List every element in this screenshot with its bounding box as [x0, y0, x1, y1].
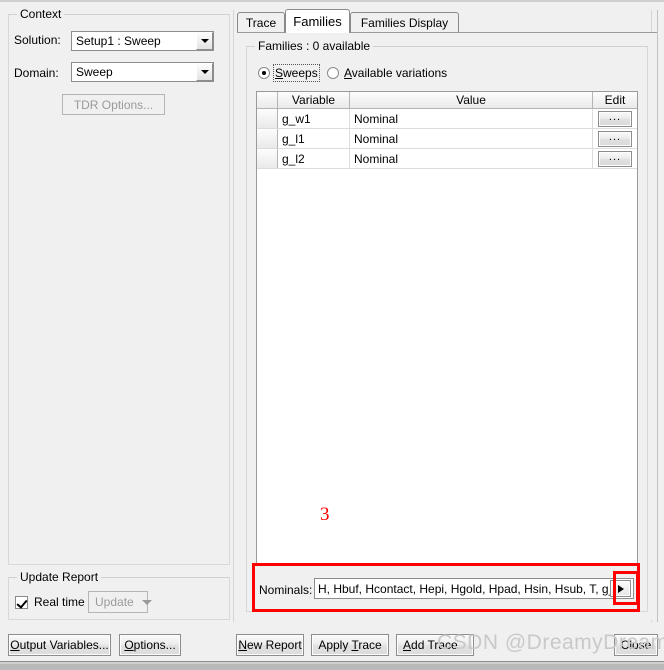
- domain-dropdown-button[interactable]: [196, 63, 213, 81]
- row-value-cell[interactable]: Nominal: [350, 109, 593, 128]
- domain-combobox[interactable]: Sweep: [71, 62, 214, 82]
- radio-sweeps[interactable]: Sweeps: [258, 64, 320, 82]
- new-report-button[interactable]: New Report: [236, 634, 304, 656]
- domain-combobox-value: Sweep: [76, 65, 113, 79]
- row-select-cell[interactable]: [257, 149, 278, 168]
- row-variable-cell: g_l1: [278, 129, 350, 148]
- row-edit-cell: ...: [593, 129, 637, 148]
- radio-sweeps-label: Sweeps: [273, 64, 320, 82]
- chevron-down-icon: [200, 39, 209, 43]
- nominals-expand-button[interactable]: [610, 580, 631, 597]
- pane-separator: [233, 10, 234, 622]
- nominals-value: H, Hbuf, Hcontact, Hepi, Hgold, Hpad, Hs…: [318, 581, 610, 596]
- grid-header-row: Variable Value Edit: [257, 92, 637, 109]
- real-time-label: Real time: [34, 595, 85, 609]
- radio-dot: [258, 67, 270, 79]
- radio-available-variations-label: Available variations: [344, 66, 448, 80]
- apply-trace-label: Apply Trace: [318, 638, 382, 652]
- families-grid[interactable]: Variable Value Edit g_w1 Nominal ... g_l…: [256, 91, 638, 565]
- grid-header-select: [257, 92, 278, 108]
- row-variable-cell: g_w1: [278, 109, 350, 128]
- tab-families-display-label: Families Display: [360, 15, 449, 30]
- annotation-step-number: 3: [320, 504, 330, 525]
- checkbox-box: [15, 595, 28, 609]
- grid-header-edit: Edit: [593, 92, 637, 108]
- solution-combobox[interactable]: Setup1 : Sweep: [71, 31, 214, 51]
- options-button[interactable]: Options...: [119, 634, 181, 656]
- tab-trace-label: Trace: [245, 15, 277, 30]
- families-groupbox-title: Families : 0 available: [255, 40, 374, 52]
- tab-families[interactable]: Families: [285, 9, 350, 33]
- update-button[interactable]: Update: [88, 591, 152, 613]
- add-trace-button[interactable]: Add Trace: [396, 634, 474, 656]
- apply-trace-button[interactable]: Apply Trace: [311, 634, 389, 656]
- solution-dropdown-button[interactable]: [196, 32, 213, 50]
- row-edit-button[interactable]: ...: [598, 130, 632, 147]
- output-variables-label: Output Variables...: [10, 638, 109, 652]
- chevron-down-icon: [200, 70, 209, 74]
- options-label: Options...: [124, 638, 176, 652]
- close-label: Close: [620, 638, 652, 652]
- table-row[interactable]: g_l1 Nominal ...: [257, 129, 637, 149]
- solution-label: Solution:: [14, 33, 61, 47]
- row-edit-button[interactable]: ...: [598, 150, 632, 167]
- row-edit-cell: ...: [593, 109, 637, 128]
- radio-available-variations[interactable]: Available variations: [327, 66, 447, 80]
- radio-dot: [327, 67, 339, 79]
- row-select-cell[interactable]: [257, 109, 278, 128]
- bottom-divider-3: [0, 664, 664, 670]
- add-trace-label: Add Trace: [403, 638, 458, 652]
- tab-families-display[interactable]: Families Display: [350, 12, 459, 32]
- pane-separator-right-2: [657, 10, 658, 622]
- update-button-label: Update: [95, 595, 134, 609]
- row-value-cell[interactable]: Nominal: [350, 149, 593, 168]
- row-edit-button[interactable]: ...: [598, 110, 632, 127]
- row-variable-cell: g_l2: [278, 149, 350, 168]
- table-row[interactable]: g_l2 Nominal ...: [257, 149, 637, 169]
- row-edit-cell: ...: [593, 149, 637, 168]
- table-row[interactable]: g_w1 Nominal ...: [257, 109, 637, 129]
- real-time-checkbox[interactable]: Real time: [15, 595, 85, 609]
- nominals-label: Nominals:: [259, 583, 313, 597]
- tab-strip: Trace Families Families Display: [237, 9, 657, 33]
- solution-combobox-value: Setup1 : Sweep: [76, 34, 161, 48]
- grid-header-variable: Variable: [278, 92, 350, 108]
- row-select-cell[interactable]: [257, 129, 278, 148]
- tab-trace[interactable]: Trace: [237, 12, 285, 32]
- domain-label: Domain:: [14, 66, 59, 80]
- grid-header-value: Value: [350, 92, 593, 108]
- update-report-groupbox-title: Update Report: [17, 571, 102, 583]
- context-groupbox-title: Context: [17, 8, 65, 20]
- tdr-options-button[interactable]: TDR Options...: [62, 94, 165, 115]
- nominals-textbox[interactable]: H, Hbuf, Hcontact, Hepi, Hgold, Hpad, Hs…: [314, 578, 634, 599]
- report-dialog: Context Solution: Setup1 : Sweep Domain:…: [0, 0, 664, 670]
- output-variables-button[interactable]: Output Variables...: [8, 634, 111, 656]
- chevron-down-icon: [141, 599, 152, 605]
- tab-families-label: Families: [293, 14, 342, 29]
- close-button[interactable]: Close: [614, 634, 658, 656]
- new-report-label: New Report: [238, 638, 302, 652]
- dialog-top-edge: [0, 0, 664, 2]
- row-value-cell[interactable]: Nominal: [350, 129, 593, 148]
- arrow-right-icon: [617, 584, 624, 593]
